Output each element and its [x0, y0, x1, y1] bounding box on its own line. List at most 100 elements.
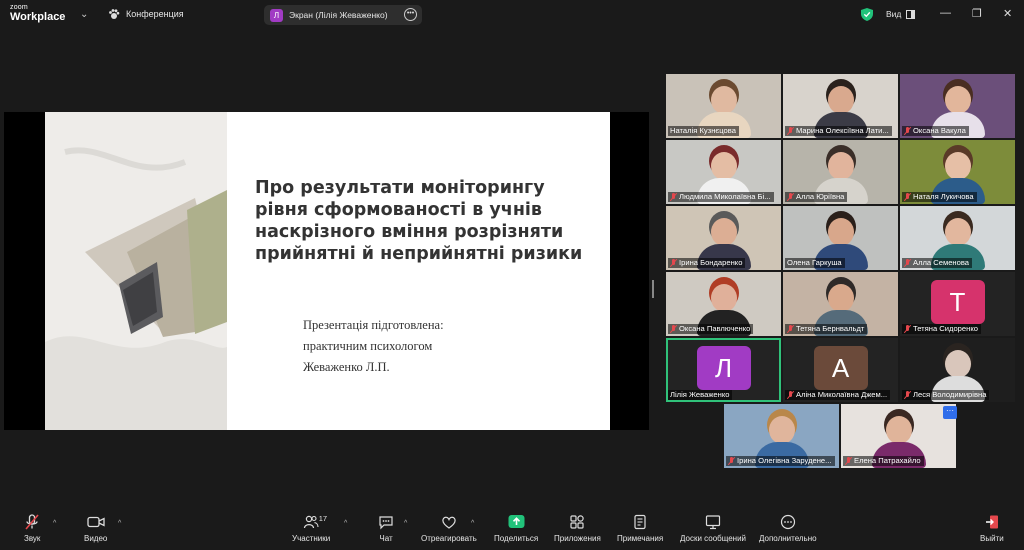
participant-tile[interactable]: Тетяна Бернвальдт — [783, 272, 898, 336]
notes-button[interactable]: Примечания — [617, 514, 663, 543]
meeting-title: Конференция — [126, 9, 184, 19]
participant-name: Ірина Олегівна Заруденe... — [737, 456, 832, 465]
participant-name: Алла Семенова — [913, 258, 970, 267]
participant-name: Леся Володимирівна — [913, 390, 987, 399]
participant-tile[interactable]: Елена Патрахайло — [841, 404, 956, 468]
more-options-icon[interactable]: ••• — [404, 8, 417, 21]
participant-name: Оксана Вакула — [913, 126, 966, 135]
participant-name-tag: Лілія Жеваженко — [668, 390, 733, 400]
microphone-muted-icon — [787, 127, 794, 135]
screen-share-pill[interactable]: Л Экран (Лілія Жеваженко) ••• — [264, 5, 422, 25]
gallery-more-icon[interactable]: ··· — [943, 406, 957, 419]
avatar-letter: А — [813, 346, 868, 390]
whiteboard-icon — [705, 515, 721, 530]
microphone-muted-icon — [728, 457, 735, 465]
slide-subtitle-line-2: практичним психологом — [303, 339, 433, 353]
participant-name-tag: Людмила Миколаївна Бі... — [668, 192, 774, 202]
participant-name-tag: Тетяна Бернвальдт — [785, 324, 868, 334]
participant-tile[interactable]: Наталія Кузнєцова — [666, 74, 781, 138]
slide-subtitle: Презентація підготовлена: практичним пси… — [303, 315, 444, 378]
chat-icon — [379, 516, 393, 530]
react-button[interactable]: Отреагировать — [421, 514, 477, 543]
microphone-muted-icon — [25, 514, 39, 530]
participant-name-tag: Тетяна Сидоренко — [902, 324, 981, 334]
participant-tile[interactable]: Олена Гаркуша — [783, 206, 898, 270]
microphone-muted-icon — [787, 391, 794, 399]
audio-options-chevron-icon[interactable]: ^ — [53, 520, 56, 527]
meeting-info[interactable]: Конференция — [108, 8, 184, 20]
avatar-letter: Т — [930, 280, 985, 324]
participant-tile[interactable]: Оксана Павлюченко — [666, 272, 781, 336]
participant-tile[interactable]: Ірина Бондаренко — [666, 206, 781, 270]
participant-tile[interactable]: Людмила Миколаївна Бі... — [666, 140, 781, 204]
apps-label: Приложения — [554, 534, 601, 543]
participant-tile[interactable]: Наталя Лукичова — [900, 140, 1015, 204]
participant-name-tag: Алла Юріївна — [785, 192, 848, 202]
heart-icon — [442, 516, 456, 529]
chevron-down-icon[interactable]: ⌄ — [80, 9, 88, 20]
view-button[interactable]: Вид — [886, 9, 916, 19]
participant-tile[interactable]: Ірина Олегівна Заруденe... — [724, 404, 839, 468]
video-button[interactable]: Видео — [84, 514, 107, 543]
apps-button[interactable]: Приложения — [554, 514, 601, 543]
participant-tile[interactable]: Леся Володимирівна — [900, 338, 1015, 402]
react-label: Отреагировать — [421, 534, 477, 543]
apps-icon — [570, 515, 585, 529]
chat-options-chevron-icon[interactable]: ^ — [404, 520, 407, 527]
top-bar: zoom Workplace ⌄ Конференция Л Экран (Лі… — [0, 0, 1024, 30]
whiteboards-button[interactable]: Доски сообщений — [680, 514, 746, 543]
laptop-photo — [45, 112, 227, 430]
view-label: Вид — [886, 9, 902, 19]
chat-button[interactable]: Чат — [378, 514, 394, 543]
participant-tile[interactable]: Алла Юріївна — [783, 140, 898, 204]
microphone-muted-icon — [904, 127, 911, 135]
participant-tile[interactable]: Алла Семенова — [900, 206, 1015, 270]
brand-bottom-text: Workplace — [10, 11, 66, 23]
zoom-logo: zoom Workplace — [10, 4, 65, 23]
microphone-muted-icon — [904, 259, 911, 267]
share-label: Поделиться — [494, 534, 539, 543]
video-options-chevron-icon[interactable]: ^ — [118, 520, 121, 527]
microphone-muted-icon — [904, 391, 911, 399]
participants-button[interactable]: 17 Участники — [292, 514, 330, 543]
minimize-icon[interactable]: — — [940, 7, 951, 19]
participant-name: Аліна Миколаївна Джем... — [796, 390, 888, 399]
react-options-chevron-icon[interactable]: ^ — [471, 520, 474, 527]
microphone-muted-icon — [670, 193, 677, 201]
notes-label: Примечания — [617, 534, 664, 543]
participants-icon — [304, 515, 319, 529]
participant-tile[interactable]: А Аліна Миколаївна Джем... — [783, 338, 898, 402]
participant-name: Людмила Миколаївна Бі... — [679, 192, 771, 201]
participant-name-tag: Ірина Олегівна Заруденe... — [726, 456, 835, 466]
participant-tile[interactable]: Оксана Вакула — [900, 74, 1015, 138]
video-camera-icon — [87, 516, 105, 528]
share-button[interactable]: Поделиться — [494, 514, 538, 543]
more-icon — [780, 514, 795, 530]
participant-name-tag: Алла Семенова — [902, 258, 973, 268]
participant-tile[interactable]: Марина Олексіївна Лати... — [783, 74, 898, 138]
screen-share-label: Экран (Лілія Жеваженко) — [289, 10, 388, 20]
participant-name-tag: Елена Патрахайло — [843, 456, 924, 466]
microphone-muted-icon — [904, 325, 911, 333]
participant-name-tag: Наталія Кузнєцова — [668, 126, 739, 136]
presentation-slide: Про результати моніторингу рівня сформов… — [45, 112, 610, 430]
participant-tile[interactable]: Л Лілія Жеваженко — [666, 338, 781, 402]
participant-name: Наталя Лукичова — [913, 192, 974, 201]
video-label: Видео — [84, 534, 108, 543]
participant-tile[interactable]: Т Тетяна Сидоренко — [900, 272, 1015, 336]
audio-button[interactable]: Звук — [24, 514, 40, 543]
participants-count: 17 — [318, 514, 328, 523]
participant-name-tag: Олена Гаркуша — [785, 258, 845, 268]
participant-name: Елена Патрахайло — [854, 456, 921, 465]
split-resize-handle[interactable] — [652, 280, 654, 298]
participant-name: Олена Гаркуша — [787, 258, 842, 267]
security-shield-icon[interactable] — [861, 8, 873, 21]
participant-name-tag: Наталя Лукичова — [902, 192, 977, 202]
participant-name-tag: Оксана Вакула — [902, 126, 969, 136]
microphone-muted-icon — [845, 457, 852, 465]
participants-options-chevron-icon[interactable]: ^ — [344, 520, 347, 527]
restore-icon[interactable]: ❐ — [972, 7, 982, 20]
more-button[interactable]: Дополнительно — [759, 514, 817, 543]
close-icon[interactable]: ✕ — [1003, 7, 1012, 20]
leave-button[interactable]: Выйти — [980, 514, 1004, 543]
